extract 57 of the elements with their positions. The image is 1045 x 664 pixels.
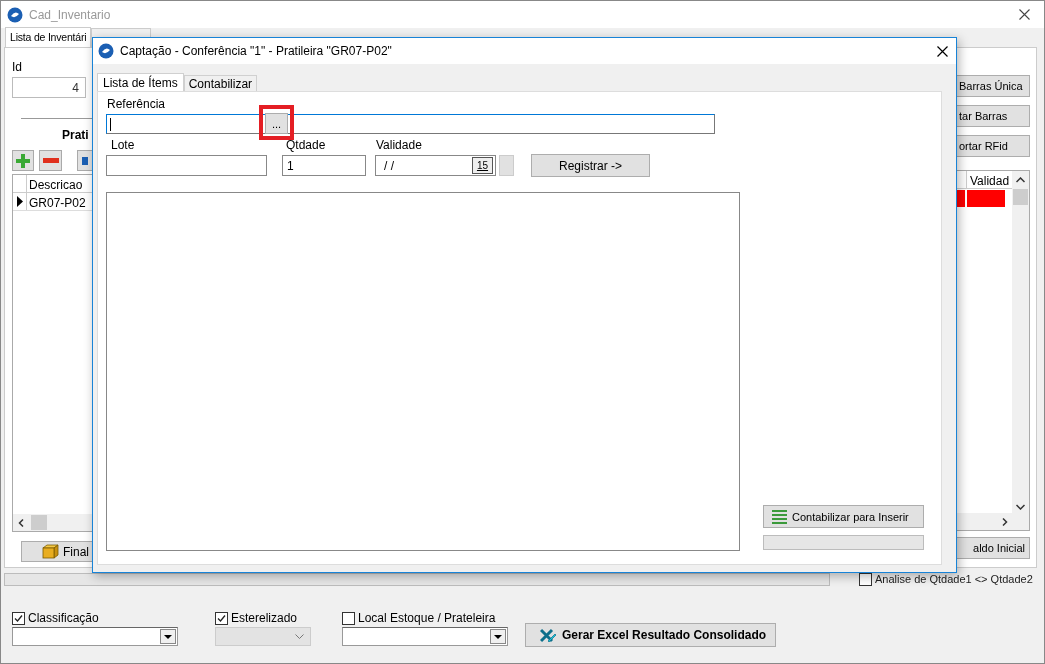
post-button[interactable]: Contabilizar para Inserir xyxy=(763,505,924,528)
scroll-left-icon[interactable] xyxy=(18,518,24,527)
check-icon xyxy=(13,612,24,624)
quantity-label: Qtdade xyxy=(285,138,327,152)
close-icon[interactable] xyxy=(937,45,948,57)
dropdown[interactable] xyxy=(342,627,508,646)
scroll-thumb[interactable] xyxy=(1013,188,1029,205)
filter-checkbox[interactable]: Local Estoque / Prateleira xyxy=(342,611,525,625)
section-title: Prati xyxy=(62,128,90,142)
logo-icon xyxy=(7,6,23,23)
scroll-down-icon[interactable] xyxy=(1016,504,1026,511)
column-header: Descricao xyxy=(28,177,84,192)
scroll-right-icon[interactable] xyxy=(1002,517,1009,526)
scroll-up-icon[interactable] xyxy=(1016,176,1026,183)
action-button[interactable]: tar Barras xyxy=(956,104,1030,127)
chevron-down-icon xyxy=(295,634,304,639)
lot-label: Lote xyxy=(110,138,136,152)
check-icon xyxy=(216,612,227,624)
excel-button[interactable]: Gerar Excel Resultado Consolidado xyxy=(525,623,776,647)
dialog-title: Captação - Conferência "1" - Pratileira "GR07-P02" xyxy=(120,44,392,58)
tab[interactable]: Lista de Ítems xyxy=(97,73,184,91)
lot-field[interactable] xyxy=(106,155,267,176)
id-label: Id xyxy=(12,60,23,74)
box-icon xyxy=(42,544,59,559)
minus-icon xyxy=(42,157,59,164)
reference-field[interactable] xyxy=(106,114,715,134)
reference-label: Referência xyxy=(106,97,167,111)
logo-icon xyxy=(98,43,114,59)
analysis-checkbox[interactable]: Analise de Qtdade1 <> Qtdade2 xyxy=(859,572,1033,586)
validity-label: Validade xyxy=(375,138,423,152)
plus-icon xyxy=(16,153,31,168)
row-pointer-icon xyxy=(16,196,23,207)
remove-button[interactable] xyxy=(39,150,62,171)
scroll-thumb[interactable] xyxy=(31,515,47,530)
spreadsheet-pen-icon xyxy=(540,627,556,643)
balance-button[interactable]: aldo Inicial xyxy=(956,537,1030,559)
calendar-button[interactable]: 15 xyxy=(472,157,493,174)
dropdown[interactable] xyxy=(12,627,178,646)
action-button[interactable]: ortar RFid xyxy=(956,134,1030,157)
window-title: Cad_Inventario xyxy=(29,7,111,22)
action-button[interactable]: Barras Única xyxy=(956,75,1030,97)
quantity-field[interactable]: 1 xyxy=(282,155,366,176)
id-field[interactable]: 4 xyxy=(12,77,86,98)
dropdown-arrow-icon xyxy=(164,634,172,639)
register-button[interactable]: Registrar -> xyxy=(531,154,650,177)
dropdown-arrow-icon xyxy=(494,634,502,639)
filter-checkbox[interactable]: Classificação xyxy=(12,611,215,625)
square-icon xyxy=(82,156,89,165)
browse-button[interactable]: ... xyxy=(265,113,288,134)
list-lines-icon xyxy=(772,509,787,524)
date-field[interactable]: / / xyxy=(384,158,394,173)
tab[interactable]: Contabilizar xyxy=(183,75,258,91)
table-cell xyxy=(967,189,1005,207)
close-icon[interactable] xyxy=(1019,9,1030,20)
tab[interactable]: Lista de Inventári xyxy=(5,27,92,47)
table-cell-text: GR07-P02 xyxy=(28,195,87,210)
add-button[interactable] xyxy=(12,150,35,171)
